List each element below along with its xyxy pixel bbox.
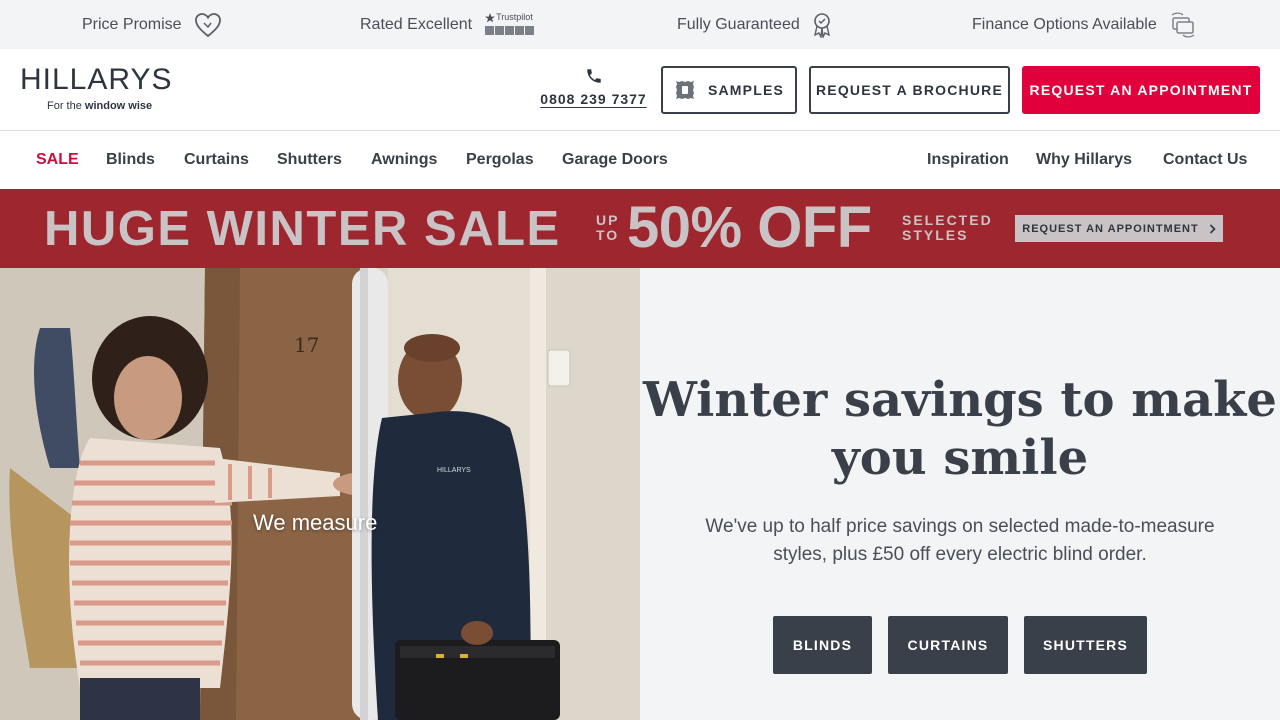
- card-exchange-icon: [1171, 11, 1195, 38]
- hero-heading: Winter savings to make you smile: [643, 372, 1277, 486]
- nav-item-contact-us[interactable]: Contact Us: [1163, 151, 1247, 169]
- hero-photo: 17 HILLARYS: [0, 268, 640, 720]
- hillarys-logo[interactable]: HILLARYS For the window wise: [20, 65, 185, 115]
- brochure-label: REQUEST A BROCHURE: [815, 82, 1004, 98]
- usp-label: Price Promise: [82, 15, 182, 33]
- svg-text:17: 17: [294, 333, 319, 357]
- phone-number: 0808 239 7377: [540, 91, 647, 107]
- usp-label: Rated Excellent: [360, 15, 473, 33]
- hero-caption: We measure: [253, 510, 378, 535]
- samples-button[interactable]: SAMPLES: [661, 66, 797, 114]
- nav-item-blinds[interactable]: Blinds: [106, 151, 155, 169]
- appointment-label: REQUEST AN APPOINTMENT: [1029, 82, 1253, 98]
- heart-icon: [194, 12, 221, 37]
- nav-item-inspiration[interactable]: Inspiration: [927, 151, 1009, 169]
- award-ribbon-icon: [813, 12, 830, 38]
- sale-title: HUGE WINTER SALE: [44, 202, 561, 256]
- sale-appointment-button[interactable]: REQUEST AN APPOINTMENT: [1015, 215, 1223, 242]
- request-brochure-button[interactable]: REQUEST A BROCHURE: [809, 66, 1010, 114]
- nav-item-pergolas[interactable]: Pergolas: [466, 151, 534, 169]
- hero-curtains-button[interactable]: CURTAINS: [888, 616, 1008, 674]
- logo-tagline: For the window wise: [47, 100, 153, 112]
- nav-item-curtains[interactable]: Curtains: [184, 151, 249, 169]
- logo-wordmark: HILLARYS: [20, 63, 173, 96]
- hero-button-label: CURTAINS: [907, 637, 989, 653]
- sale-selected-styles: SELECTED STYLES: [902, 212, 993, 243]
- main-nav: SALE Blinds Curtains Shutters Awnings Pe…: [0, 131, 1280, 189]
- sale-up-to: UP TO: [596, 212, 620, 243]
- sale-banner[interactable]: HUGE WINTER SALE UP TO 50% OFF SELECTED …: [0, 189, 1280, 268]
- svg-text:HILLARYS: HILLARYS: [437, 467, 471, 474]
- nav-item-garage-doors[interactable]: Garage Doors: [562, 151, 668, 169]
- usp-finance-options[interactable]: Finance Options Available: [972, 0, 1197, 49]
- trustpilot-logo: Trustpilot: [484, 12, 538, 38]
- sale-button-label: REQUEST AN APPOINTMENT: [1022, 222, 1199, 235]
- hero-button-label: SHUTTERS: [1042, 637, 1129, 653]
- nav-item-awnings[interactable]: Awnings: [371, 151, 437, 169]
- trustpilot-wordmark: Trustpilot: [496, 11, 533, 22]
- hero-blinds-button[interactable]: BLINDS: [773, 616, 872, 674]
- usp-fully-guaranteed[interactable]: Fully Guaranteed: [677, 0, 832, 49]
- sale-discount: 50% OFF: [627, 195, 872, 260]
- usp-bar: Price Promise Rated Excellent Trustpilot…: [0, 0, 1280, 49]
- hero-shutters-button[interactable]: SHUTTERS: [1024, 616, 1147, 674]
- usp-rated-excellent[interactable]: Rated Excellent Trustpilot: [360, 0, 538, 49]
- fabric-swatch-icon: [675, 81, 694, 99]
- phone-icon: [586, 69, 601, 83]
- nav-item-sale[interactable]: SALE: [36, 151, 79, 169]
- usp-label: Finance Options Available: [972, 15, 1157, 33]
- chevron-right-icon: [1209, 223, 1216, 234]
- usp-label: Fully Guaranteed: [677, 15, 800, 33]
- hero-image: 17 HILLARYS We measure: [0, 268, 640, 720]
- phone-link[interactable]: 0808 239 7377: [536, 67, 651, 107]
- usp-price-promise[interactable]: Price Promise: [82, 0, 222, 49]
- hero-subtext: We've up to half price savings on select…: [705, 516, 1215, 565]
- site-header: HILLARYS For the window wise 0808 239 73…: [0, 49, 1280, 131]
- hero-button-label: BLINDS: [792, 637, 853, 653]
- samples-label: SAMPLES: [707, 82, 785, 98]
- nav-item-shutters[interactable]: Shutters: [277, 151, 342, 169]
- hero-content: Winter savings to make you smile We've u…: [640, 268, 1280, 720]
- request-appointment-button[interactable]: REQUEST AN APPOINTMENT: [1022, 66, 1260, 114]
- nav-item-why-hillarys[interactable]: Why Hillarys: [1036, 151, 1132, 169]
